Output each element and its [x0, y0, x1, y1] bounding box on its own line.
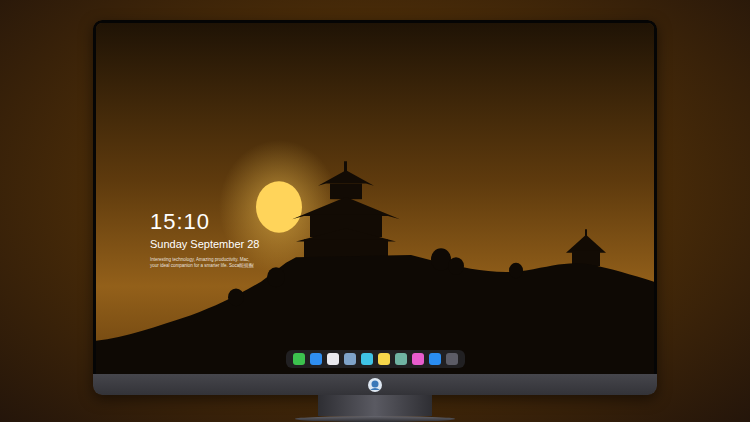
- app-icon[interactable]: [446, 353, 458, 365]
- monitor-base: [295, 416, 455, 422]
- app-icon[interactable]: [429, 353, 441, 365]
- caption-line: Interesting technology, Amazing producti…: [150, 257, 654, 263]
- monitor-chin: [93, 374, 657, 395]
- caption: Interesting technology, Amazing producti…: [150, 257, 654, 269]
- lock-screen: 15:10 Sunday September 28 Interesting tech…: [93, 20, 657, 374]
- monitor: 15:10 Sunday September 28 Interesting tech…: [93, 20, 657, 395]
- brand-logo-icon: [367, 377, 383, 393]
- app-icon[interactable]: [412, 353, 424, 365]
- clock: 15:10: [150, 209, 654, 235]
- app-icon[interactable]: [344, 353, 356, 365]
- app-icon[interactable]: [378, 353, 390, 365]
- date: Sunday September 28: [150, 237, 654, 251]
- app-icon[interactable]: [395, 353, 407, 365]
- lock-info: 15:10 Sunday September 28 Interesting tech…: [150, 209, 654, 269]
- app-icon[interactable]: [327, 353, 339, 365]
- desktop-mockup: 15:10 Sunday September 28 Interesting tech…: [0, 0, 750, 422]
- monitor-stand: [318, 395, 432, 415]
- app-icon[interactable]: [293, 353, 305, 365]
- caption-line: your ideal companion for a smarter life.…: [150, 263, 654, 269]
- wallpaper-icon: [96, 23, 654, 374]
- app-icon[interactable]: [361, 353, 373, 365]
- dock: [286, 350, 465, 368]
- app-icon[interactable]: [310, 353, 322, 365]
